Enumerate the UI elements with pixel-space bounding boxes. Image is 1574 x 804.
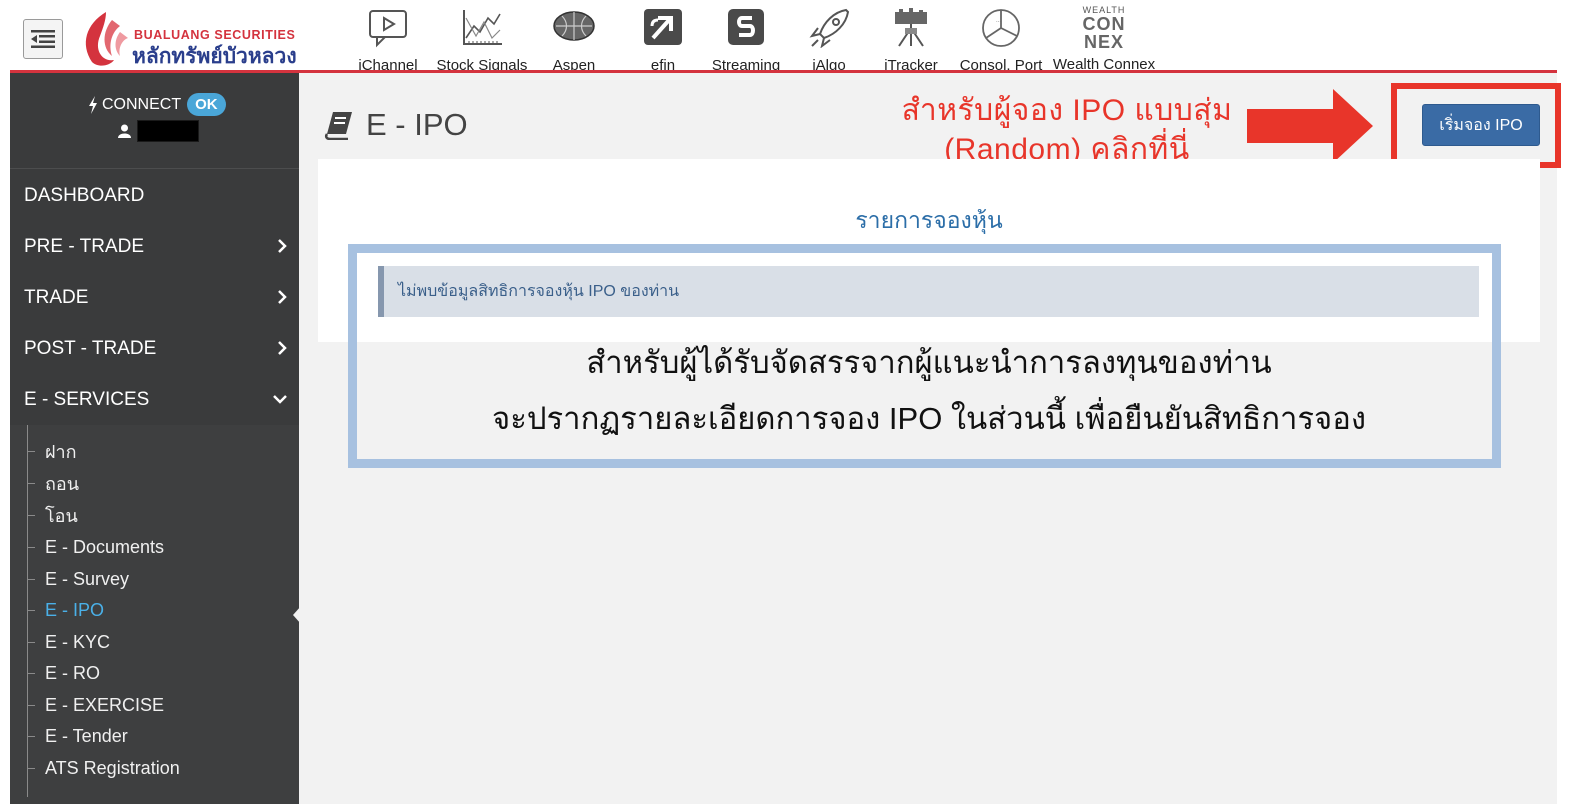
brand-logo[interactable]: BUALUANG SECURITIES หลักทรัพย์บัวหลวง — [76, 10, 356, 68]
nav-label: POST - TRADE — [24, 337, 157, 359]
chevron-down-icon — [273, 395, 287, 404]
annotation-line-1: สำหรับผู้จอง IPO แบบสุ่ม — [901, 94, 1233, 127]
sidebar: CONNECT OK DASHBOARD PRE - TRADE TRADE P… — [10, 73, 301, 804]
stock-signals-icon — [463, 10, 502, 45]
nav-post-trade[interactable]: POST - TRADE — [10, 323, 299, 374]
subnav-e-ro[interactable]: E - RO — [10, 658, 299, 688]
subnav-e-kyc[interactable]: E - KYC — [10, 627, 299, 657]
page-title: E - IPO — [366, 107, 468, 142]
nav-label: TRADE — [24, 286, 89, 308]
nav-label: DASHBOARD — [24, 184, 145, 206]
subnav-label: E - EXERCISE — [45, 694, 165, 715]
chevron-right-icon — [278, 239, 287, 253]
nav-dashboard[interactable]: DASHBOARD — [10, 170, 299, 221]
page-header: E - IPO — [324, 107, 468, 143]
nav-trade[interactable]: TRADE — [10, 272, 299, 323]
subnav-ats-registration[interactable]: ATS Registration — [10, 753, 299, 783]
empty-state-alert: ไม่พบข้อมูลสิทธิการจองหุ้น IPO ของท่าน — [378, 266, 1479, 317]
sidebar-toggle-button[interactable] — [23, 19, 63, 59]
tool-stock-signals[interactable]: Stock Signals — [430, 8, 534, 74]
book-icon — [324, 112, 352, 140]
lotus-logo-icon — [85, 12, 128, 66]
efin-icon — [644, 9, 682, 45]
nav-label: E - SERVICES — [24, 388, 150, 410]
tool-ichannel[interactable]: iChannel — [357, 8, 419, 74]
subnav-label: E - KYC — [45, 631, 111, 652]
subnav-label: E - IPO — [45, 599, 105, 620]
menu-collapse-icon — [31, 30, 55, 48]
subnav-label: โอน — [45, 505, 78, 526]
chevron-right-icon — [278, 290, 287, 304]
user-row — [118, 120, 199, 142]
top-toolbar: BUALUANG SECURITIES หลักทรัพย์บัวหลวง iC… — [10, 5, 1557, 74]
subnav-e-survey[interactable]: E - Survey — [10, 564, 299, 594]
nav-pre-trade[interactable]: PRE - TRADE — [10, 221, 299, 272]
subnav-label: E - Tender — [45, 725, 128, 746]
subnav-label: E - Documents — [45, 536, 165, 557]
connect-row: CONNECT OK — [88, 93, 226, 116]
connection-status: CONNECT OK — [10, 73, 299, 169]
svg-text:...: ... — [996, 18, 1001, 24]
user-icon — [118, 124, 131, 138]
tool-efin[interactable]: efin — [633, 8, 693, 74]
subnav-withdraw[interactable]: ถอน — [10, 468, 299, 498]
subnav-label: E - Survey — [45, 568, 130, 589]
tool-itracker[interactable]: iTracker — [878, 8, 944, 74]
nav-e-services[interactable]: E - SERVICES — [10, 374, 299, 425]
status-badge: OK — [187, 93, 226, 116]
panel-title: รายการจองหุ้น — [855, 207, 1003, 233]
ichannel-icon — [369, 10, 407, 48]
subnav-label: ถอน — [45, 473, 80, 494]
start-ipo-button[interactable]: เริ่มจอง IPO — [1422, 104, 1540, 146]
e-services-submenu: ฝาก ถอน โอน E - Documents E - Survey E -… — [10, 425, 299, 804]
subnav-e-ipo[interactable]: E - IPO — [10, 595, 299, 625]
tool-streaming[interactable]: Streaming — [707, 8, 785, 74]
subnav-deposit[interactable]: ฝาก — [10, 436, 299, 466]
tool-aspen[interactable]: Aspen — [545, 8, 603, 74]
nav-label: PRE - TRADE — [24, 235, 145, 257]
subnav-label: ฝาก — [45, 441, 77, 462]
arrow-right-icon — [1247, 89, 1373, 163]
tool-ialgo[interactable]: iAlgo — [803, 8, 855, 74]
main-content: E - IPO สำหรับผู้จอง IPO แบบสุ่ม (Random… — [299, 73, 1561, 804]
allocation-note: สำหรับผู้ได้รับจัดสรรจากผู้แนะนำการลงทุน… — [369, 335, 1489, 447]
chevron-right-icon — [278, 341, 287, 355]
subnav-e-documents[interactable]: E - Documents — [10, 532, 299, 562]
note-line-2: จะปรากฏรายละเอียดการจอง IPO ในส่วนนี้ เพ… — [492, 401, 1366, 436]
tool-wealth-connex[interactable]: WEALTH CON NEX Wealth Connex — [1047, 5, 1161, 73]
redacted-username — [137, 120, 199, 142]
brand-name-th: หลักทรัพย์บัวหลวง — [132, 45, 297, 68]
tool-consol-port[interactable]: ... Consol. Port — [958, 8, 1044, 74]
ialgo-rocket-icon — [809, 8, 850, 48]
wealth-connex-logo-con: CON — [1082, 13, 1126, 34]
subnav-e-tender[interactable]: E - Tender — [10, 721, 299, 751]
lightning-icon — [89, 95, 97, 114]
subnav-e-exercise[interactable]: E - EXERCISE — [10, 690, 299, 720]
note-line-1: สำหรับผู้ได้รับจัดสรรจากผู้แนะนำการลงทุน… — [586, 345, 1272, 380]
streaming-icon — [728, 9, 764, 45]
wealth-connex-icon: WEALTH CON NEX — [1074, 5, 1134, 52]
connect-label: CONNECT — [102, 95, 182, 113]
random-ipo-annotation: สำหรับผู้จอง IPO แบบสุ่ม (Random) คลิกที… — [887, 91, 1247, 169]
consol-port-pie-icon: ... — [982, 9, 1020, 47]
itracker-icon — [895, 8, 927, 47]
wealth-connex-logo-nex: NEX — [1083, 31, 1124, 52]
subnav-label: E - RO — [45, 662, 101, 683]
subnav-transfer[interactable]: โอน — [10, 500, 299, 530]
aspen-globe-icon — [553, 11, 595, 41]
subnav-label: ATS Registration — [45, 757, 180, 778]
